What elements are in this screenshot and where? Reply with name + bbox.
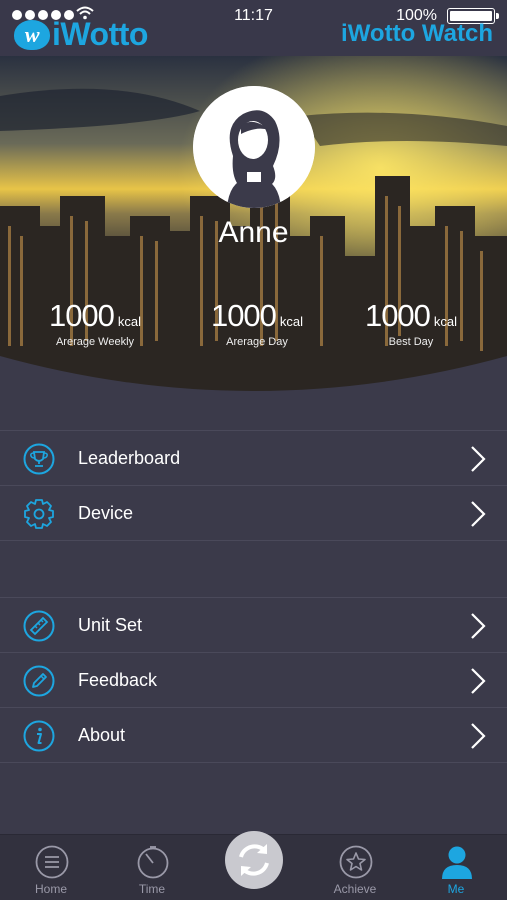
stat-unit: kcal	[279, 314, 304, 329]
stat-average-day: 1000 kcal Arerage Day	[182, 298, 332, 348]
menu-item-unit-set[interactable]: Unit Set	[0, 598, 507, 653]
tab-label: Time	[138, 882, 166, 896]
chevron-right-icon	[471, 501, 486, 527]
star-icon	[339, 845, 373, 879]
stat-unit: kcal	[433, 314, 458, 329]
menu-item-about[interactable]: About	[0, 708, 507, 763]
pencil-icon	[23, 665, 55, 697]
menu-item-feedback[interactable]: Feedback	[0, 653, 507, 708]
menu-item-label: Leaderboard	[78, 447, 181, 468]
stat-average-weekly: 1000 kcal Arerage Weekly	[20, 298, 170, 348]
stat-value: 1000	[364, 298, 431, 333]
chevron-right-icon	[471, 668, 486, 694]
sync-button[interactable]	[225, 831, 283, 889]
tab-label: Achieve	[333, 882, 377, 896]
profile-header: Anne 1000 kcal Arerage Weekly 1000 kcal Ar…	[0, 56, 507, 406]
stat-value: 1000	[210, 298, 277, 333]
status-bar: 11:17 100% w iWotto iWotto Watch	[0, 0, 507, 56]
tab-home[interactable]: Home	[1, 835, 101, 900]
tab-me[interactable]: Me	[406, 835, 506, 900]
logo-badge-icon: w	[14, 19, 50, 50]
menu-item-label: Device	[78, 502, 134, 523]
menu-item-label: About	[78, 724, 126, 745]
app-logo: w iWotto	[14, 16, 148, 53]
info-icon	[23, 720, 55, 752]
menu-item-device[interactable]: Device	[0, 486, 507, 541]
user-name: Anne	[218, 216, 289, 249]
female-avatar-icon	[193, 86, 315, 208]
menu-item-label: Unit Set	[78, 614, 143, 635]
menu-lines-icon	[35, 845, 69, 879]
stat-unit: kcal	[117, 314, 142, 329]
user-avatar[interactable]	[193, 86, 315, 208]
stat-best-day: 1000 kcal Best Day	[336, 298, 486, 348]
menu-group-2: Unit Set Feedback About	[0, 597, 507, 763]
tab-label: Me	[447, 882, 465, 896]
stat-value: 1000	[48, 298, 115, 333]
person-icon	[442, 846, 472, 879]
menu-item-leaderboard[interactable]: Leaderboard	[0, 431, 507, 486]
gear-icon	[24, 499, 54, 529]
chevron-right-icon	[471, 613, 486, 639]
menu-group-1: Leaderboard Device	[0, 430, 507, 541]
stopwatch-icon	[137, 846, 169, 879]
sync-icon	[239, 844, 269, 876]
logo-text: iWotto	[52, 16, 148, 52]
chevron-right-icon	[471, 446, 486, 472]
tab-label: Home	[34, 882, 67, 896]
menu-item-label: Feedback	[78, 669, 158, 690]
chevron-right-icon	[471, 723, 486, 749]
ruler-icon	[23, 610, 55, 642]
stat-label: Arerage Weekly	[55, 336, 135, 348]
tab-achieve[interactable]: Achieve	[305, 835, 405, 900]
trophy-icon	[23, 443, 55, 475]
stat-label: Best Day	[388, 336, 434, 348]
tab-bar: Home Time Achieve Me	[0, 831, 507, 900]
tab-time[interactable]: Time	[102, 835, 202, 900]
app-title: iWotto Watch	[341, 20, 493, 47]
stat-label: Arerage Day	[226, 336, 288, 348]
